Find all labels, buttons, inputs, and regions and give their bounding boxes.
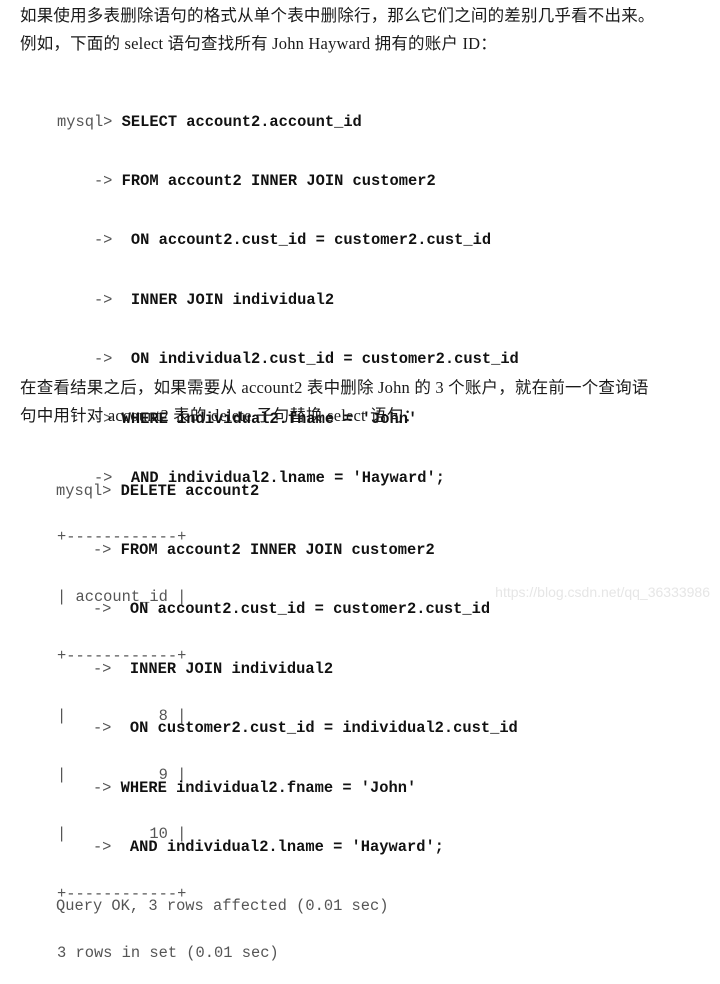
code-line: -> ON customer2.cust_id = individual2.cu… [56, 719, 518, 739]
sql-text: SELECT account2.account_id [121, 112, 362, 131]
mysql-prompt: mysql> [57, 112, 122, 131]
code-line: -> ON individual2.cust_id = customer2.cu… [57, 350, 519, 370]
continuation-prompt: -> [57, 290, 131, 309]
sql-text: FROM account2 INNER JOIN customer2 [120, 540, 435, 559]
continuation-prompt: -> [56, 719, 130, 738]
delete-line-2: 句中用针对 account2 表的 delete 子句替换 select 语句： [20, 406, 421, 425]
code-line: -> INNER JOIN individual2 [57, 291, 519, 311]
sql-text: ON customer2.cust_id = individual2.cust_… [129, 719, 518, 738]
continuation-prompt: -> [57, 350, 131, 369]
code-line: -> FROM account2 INNER JOIN customer2 [56, 541, 518, 561]
query-status: 3 rows in set (0.01 sec) [57, 944, 279, 963]
continuation-prompt: -> [56, 600, 130, 619]
delete-query-block: mysql> DELETE account2 -> FROM account2 … [56, 442, 518, 937]
sql-text: DELETE account2 [120, 481, 260, 500]
delete-line-1: 在查看结果之后，如果需要从 account2 表中删除 John 的 3 个账户… [20, 378, 649, 397]
intro-line-1: 如果使用多表删除语句的格式从单个表中删除行，那么它们之间的差别几乎看不出来。 [20, 6, 655, 25]
code-line: mysql> DELETE account2 [56, 482, 518, 502]
sql-text: ON account2.cust_id = customer2.cust_id [130, 231, 492, 250]
code-line: -> WHERE individual2.fname = 'John' [56, 779, 518, 799]
sql-text: FROM account2 INNER JOIN customer2 [121, 171, 436, 190]
continuation-prompt: -> [56, 778, 121, 797]
continuation-prompt: -> [57, 231, 131, 250]
code-line: -> INNER JOIN individual2 [56, 660, 518, 680]
query-status: Query OK, 3 rows affected (0.01 sec) [56, 897, 389, 916]
code-line: mysql> SELECT account2.account_id [57, 113, 519, 133]
intro-paragraph: 如果使用多表删除语句的格式从单个表中删除行，那么它们之间的差别几乎看不出来。 例… [20, 2, 720, 58]
continuation-prompt: -> [56, 837, 130, 856]
sql-text: INNER JOIN individual2 [129, 659, 334, 678]
sql-text: WHERE individual2.fname = 'John' [120, 778, 417, 797]
code-line: -> AND individual2.lname = 'Hayward'; [56, 838, 518, 858]
mysql-prompt: mysql> [56, 481, 121, 500]
code-line: -> ON account2.cust_id = customer2.cust_… [56, 600, 518, 620]
watermark: https://blog.csdn.net/qq_36333986 [495, 584, 710, 600]
sql-text: ON account2.cust_id = customer2.cust_id [129, 600, 491, 619]
code-line: -> FROM account2 INNER JOIN customer2 [57, 172, 519, 192]
sql-text: INNER JOIN individual2 [130, 290, 335, 309]
sql-text: AND individual2.lname = 'Hayward'; [129, 837, 444, 856]
delete-paragraph: 在查看结果之后，如果需要从 account2 表中删除 John 的 3 个账户… [20, 374, 720, 430]
continuation-prompt: -> [57, 171, 122, 190]
code-line: -> ON account2.cust_id = customer2.cust_… [57, 231, 519, 251]
continuation-prompt: -> [56, 540, 121, 559]
sql-text: ON individual2.cust_id = customer2.cust_… [130, 350, 519, 369]
intro-line-2: 例如，下面的 select 语句查找所有 John Hayward 拥有的账户 … [20, 34, 497, 53]
continuation-prompt: -> [56, 659, 130, 678]
